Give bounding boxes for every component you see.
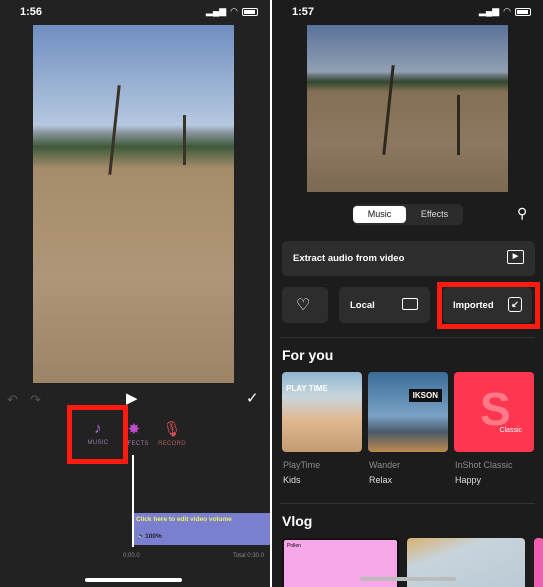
speaker-icon: 🔈 [137,533,146,540]
total-time: Total 0:30.0 [232,553,264,559]
microphone-plus-icon: 🎙 [162,421,182,438]
tab-effects[interactable]: Effects [408,206,461,223]
clip-volume: 🔈100% [137,533,162,540]
folder-icon [402,298,418,310]
current-time: 0:00.0 [123,553,140,559]
heart-icon: ♡ [296,297,311,314]
for-you-title: For you [282,347,334,363]
confirm-check-icon[interactable]: ✓ [246,389,259,407]
video-preview[interactable] [307,25,508,192]
status-time: 1:56 [20,6,43,18]
status-time: 1:57 [292,6,315,18]
home-indicator [85,578,182,582]
undo-icon[interactable]: ↶ [7,392,18,408]
music-highlight-box [67,405,128,464]
divider [280,337,535,338]
left-phone-screen: 1:56 ▂▄▆ ◠ ↶ ↷ ▶ ✓ ♪ MUSIC ✸ EFFECTS 🎙 RECOR… [0,0,270,587]
record-tool-button[interactable]: 🎙 RECORD [154,420,190,447]
search-icon[interactable]: ⚲ [517,205,527,222]
album-title: PlayTime [283,460,321,470]
inshot-classic-cover[interactable]: S Classic [454,372,534,452]
right-phone-screen: 1:57 ▂▄▆ ◠ Music Effects ⚲ Extract audio … [272,0,543,587]
album-genre: Happy [455,475,482,485]
imported-highlight-box [437,282,540,329]
video-preview[interactable] [33,25,234,383]
status-icons: ▂▄▆ ◠ [479,6,531,17]
album-genre: Kids [283,475,301,485]
playtime-cover[interactable]: PLAY TIME [282,372,362,452]
vlog-cover[interactable] [534,538,543,587]
album-title: Wander [369,460,401,470]
video-volume-clip[interactable]: Click here to edit video volume 🔈100% [134,513,270,545]
wander-cover[interactable]: IKSON [368,372,448,452]
album-title: InShot Classic [455,460,513,470]
clip-label: Click here to edit video volume [136,516,232,523]
vlog-title: Vlog [282,513,313,529]
music-effects-tabs: Music Effects [353,204,463,225]
redo-icon[interactable]: ↷ [30,392,41,408]
status-icons: ▂▄▆ ◠ [206,6,258,17]
local-button[interactable]: Local [339,287,430,323]
divider [280,503,535,504]
favorites-button[interactable]: ♡ [282,287,328,323]
tab-music[interactable]: Music [353,206,406,223]
extract-audio-button[interactable]: Extract audio from video ▶ [282,241,535,276]
album-genre: Relax [369,475,393,485]
video-play-icon: ▶ [507,250,524,264]
home-indicator [360,577,456,581]
